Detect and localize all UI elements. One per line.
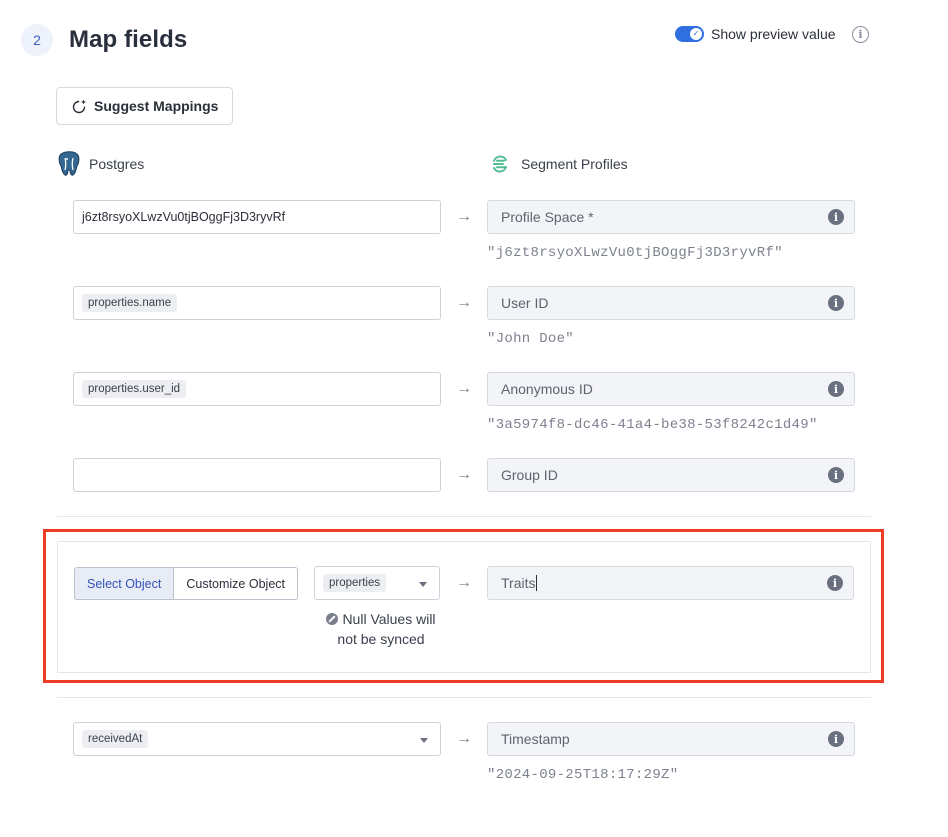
show-preview-toggle[interactable]: ✓ bbox=[675, 26, 704, 42]
destination-field-label: Timestamp bbox=[501, 731, 570, 747]
highlight-frame bbox=[43, 529, 884, 683]
info-icon[interactable]: i bbox=[828, 209, 844, 225]
divider bbox=[57, 697, 871, 698]
timestamp-source-select[interactable]: receivedAt bbox=[73, 722, 441, 756]
chevron-down-icon bbox=[419, 582, 427, 587]
arrow-right-icon: → bbox=[456, 574, 472, 591]
text-cursor bbox=[536, 575, 538, 591]
destination-field-label: Profile Space * bbox=[501, 209, 594, 225]
info-icon[interactable]: i bbox=[828, 467, 844, 483]
postgres-elephant-icon bbox=[58, 151, 80, 176]
source-field-input[interactable]: j6zt8rsyoXLwzVu0tjBOggFj3D3ryvRf bbox=[73, 200, 441, 234]
info-icon[interactable]: i bbox=[828, 381, 844, 397]
segment-logo-icon bbox=[493, 155, 507, 173]
source-field-input[interactable] bbox=[73, 458, 441, 492]
preview-value: "John Doe" bbox=[487, 331, 575, 347]
block-icon bbox=[326, 613, 339, 625]
arrow-right-icon: → bbox=[456, 294, 472, 311]
info-icon[interactable]: i bbox=[852, 26, 869, 43]
destination-field: Group ID i bbox=[487, 458, 855, 492]
object-select[interactable]: properties bbox=[314, 566, 440, 600]
destination-name: Segment Profiles bbox=[521, 156, 628, 172]
arrow-right-icon: → bbox=[456, 466, 472, 483]
destination-field-label: Traits bbox=[501, 575, 536, 591]
destination-field-label: Anonymous ID bbox=[501, 381, 593, 397]
arrow-right-icon: → bbox=[456, 730, 472, 747]
destination-field: Anonymous ID i bbox=[487, 372, 855, 406]
source-field-value: j6zt8rsyoXLwzVu0tjBOggFj3D3ryvRf bbox=[82, 210, 286, 224]
null-values-text: Null Values will not be synced bbox=[337, 611, 436, 647]
destination-field: Profile Space * i bbox=[487, 200, 855, 234]
preview-value: "2024-09-25T18:17:29Z" bbox=[487, 767, 679, 783]
page-title: Map fields bbox=[69, 26, 188, 53]
select-object-button[interactable]: Select Object bbox=[74, 567, 174, 600]
check-icon: ✓ bbox=[690, 28, 702, 40]
destination-field: Timestamp i bbox=[487, 722, 855, 756]
source-field-input[interactable]: properties.name bbox=[73, 286, 441, 320]
info-icon[interactable]: i bbox=[828, 731, 844, 747]
source-field-chip: properties.name bbox=[82, 294, 178, 312]
arrow-right-icon: → bbox=[456, 380, 472, 397]
source-name: Postgres bbox=[89, 156, 145, 172]
object-mode-toggle: Select Object Customize Object bbox=[74, 567, 298, 600]
traits-destination-field[interactable]: Traits i bbox=[487, 566, 854, 600]
info-icon[interactable]: i bbox=[827, 575, 843, 591]
show-preview-label: Show preview value bbox=[711, 26, 836, 42]
arrow-right-icon: → bbox=[456, 208, 472, 225]
sparkle-icon bbox=[72, 99, 86, 114]
object-chip: properties bbox=[323, 574, 387, 592]
step-badge: 2 bbox=[21, 24, 53, 56]
customize-object-button[interactable]: Customize Object bbox=[173, 567, 298, 600]
preview-value: "3a5974f8-dc46-41a4-be38-53f8242c1d49" bbox=[487, 417, 818, 433]
source-field-input[interactable]: properties.user_id bbox=[73, 372, 441, 406]
source-field-chip: receivedAt bbox=[82, 730, 149, 748]
destination-field: User ID i bbox=[487, 286, 855, 320]
destination-field-label: User ID bbox=[501, 295, 549, 311]
source-field-chip: properties.user_id bbox=[82, 380, 187, 398]
chevron-down-icon bbox=[420, 738, 428, 743]
suggest-mappings-button[interactable]: Suggest Mappings bbox=[56, 87, 233, 125]
divider bbox=[57, 516, 871, 517]
info-icon[interactable]: i bbox=[828, 295, 844, 311]
null-values-note: Null Values will not be synced bbox=[316, 609, 446, 649]
suggest-mappings-label: Suggest Mappings bbox=[94, 98, 219, 114]
preview-value: "j6zt8rsyoXLwzVu0tjBOggFj3D3ryvRf" bbox=[487, 245, 783, 261]
destination-field-label: Group ID bbox=[501, 467, 558, 483]
